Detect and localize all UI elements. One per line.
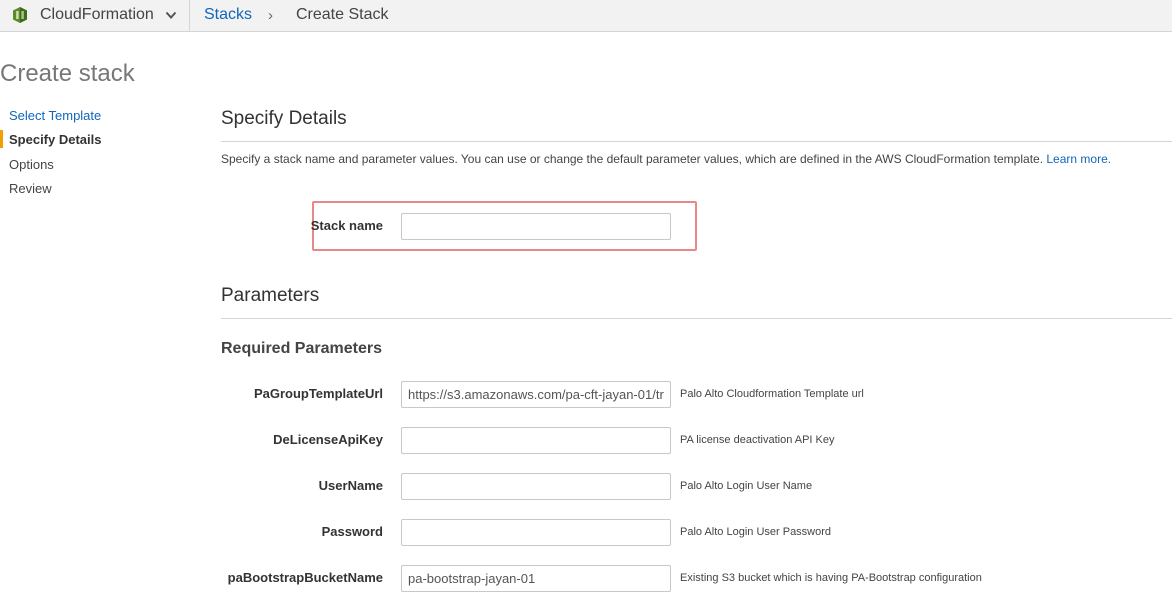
page-title: Create stack	[0, 60, 135, 87]
password-label: Password	[321, 524, 383, 539]
wizard-step-options: Options	[9, 157, 54, 172]
username-label: UserName	[318, 478, 383, 493]
specify-details-heading: Specify Details	[221, 108, 347, 129]
required-parameters-heading: Required Parameters	[221, 340, 382, 357]
delicenseapikey-help: PA license deactivation API Key	[680, 434, 835, 446]
description-text: Specify a stack name and parameter value…	[221, 152, 1044, 166]
password-input[interactable]	[401, 519, 671, 546]
wizard-step-select-template[interactable]: Select Template	[9, 108, 101, 123]
breadcrumb-current: Create Stack	[296, 6, 389, 23]
pagrouptemplateurl-label: PaGroupTemplateUrl	[253, 386, 383, 401]
breadcrumb-separator: ›	[268, 7, 273, 24]
pabootstrapbucketname-help: Existing S3 bucket which is having PA-Bo…	[680, 572, 982, 584]
cloudformation-logo-icon	[13, 7, 27, 23]
section-divider	[221, 141, 1172, 142]
pabootstrapbucketname-label: paBootstrapBucketName	[227, 570, 383, 585]
stack-name-input[interactable]	[401, 213, 671, 240]
parameters-heading: Parameters	[221, 285, 320, 306]
pagrouptemplateurl-help: Palo Alto Cloudformation Template url	[680, 388, 864, 400]
password-help: Palo Alto Login User Password	[680, 526, 832, 538]
username-help: Palo Alto Login User Name	[680, 480, 813, 492]
pagrouptemplateurl-input[interactable]	[401, 381, 671, 408]
delicenseapikey-input[interactable]	[401, 427, 671, 454]
username-input[interactable]	[401, 473, 671, 500]
breadcrumb-stacks-link[interactable]: Stacks	[204, 6, 252, 24]
learn-more-link[interactable]: Learn more.	[1046, 152, 1111, 166]
wizard-step-specify-details: Specify Details	[9, 132, 102, 147]
specify-details-description: Specify a stack name and parameter value…	[221, 152, 1111, 166]
wizard-step-review: Review	[9, 181, 52, 196]
section-divider	[221, 318, 1172, 319]
service-name: CloudFormation	[40, 6, 154, 23]
active-step-marker	[0, 130, 3, 148]
chevron-down-icon	[165, 11, 177, 19]
top-navigation-bar: CloudFormation Stacks › Create Stack	[0, 0, 1172, 32]
stack-name-label: Stack name	[310, 218, 383, 233]
pabootstrapbucketname-input[interactable]	[401, 565, 671, 592]
service-menu[interactable]: CloudFormation	[0, 0, 190, 31]
delicenseapikey-label: DeLicenseApiKey	[273, 432, 383, 447]
